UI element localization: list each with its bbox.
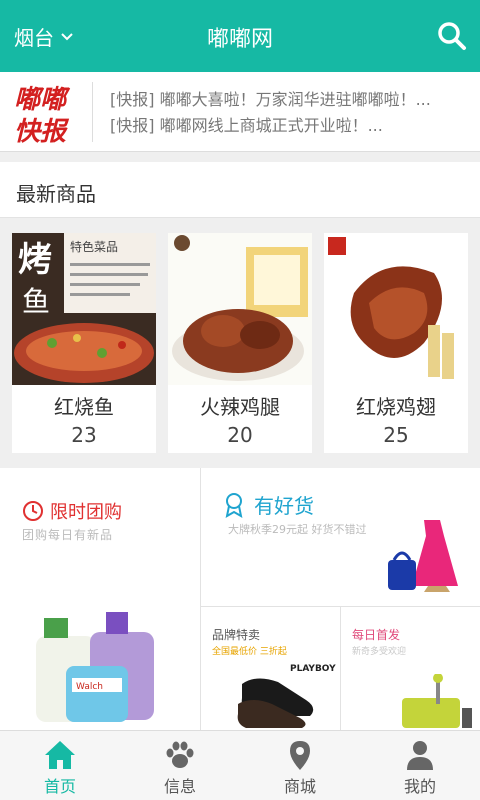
- tab-mall[interactable]: 商城: [240, 731, 360, 800]
- tab-label: 首页: [43, 777, 76, 796]
- good-goods-subtitle: 大牌秋季29元起 好货不错过: [228, 523, 367, 536]
- product-card[interactable]: 烤 鱼 特色菜品 红烧鱼 23: [12, 233, 156, 453]
- flash-sale-header: 限时团购: [22, 498, 122, 524]
- home-icon: [45, 741, 75, 769]
- news-divider: [92, 82, 93, 142]
- search-icon[interactable]: [436, 20, 468, 52]
- svg-text:烤: 烤: [18, 240, 52, 280]
- section-title: 最新商品: [16, 182, 96, 206]
- news-item[interactable]: [快报] 嘟嘟大喜啦！万家润华进驻嘟嘟啦！...: [110, 86, 431, 110]
- svg-text:Walch: Walch: [76, 682, 103, 692]
- flash-sale-subtitle: 团购每日有新品: [22, 528, 114, 542]
- svg-text:嘟嘟: 嘟嘟: [14, 85, 71, 115]
- svg-text:鱼: 鱼: [22, 285, 50, 318]
- product-image-wing: [324, 233, 468, 385]
- promo-grid: 限时团购 团购每日有新品 Walch 有好货 大牌秋季29元起 好货不错过 品牌…: [0, 468, 480, 730]
- ribbon-badge-icon: [225, 492, 243, 518]
- app-header: 烟台 嘟嘟网: [0, 0, 480, 72]
- product-list: 烤 鱼 特色菜品 红烧鱼 23 火辣鸡腿 20 红烧鸡翅 25: [0, 218, 480, 468]
- tab-info[interactable]: 信息: [120, 731, 240, 800]
- good-goods-title: 有好货: [254, 494, 314, 518]
- product-card[interactable]: 红烧鸡翅 25: [324, 233, 468, 453]
- dudu-news-logo: 嘟嘟 快报: [14, 85, 71, 144]
- clock-icon: [23, 501, 43, 521]
- tab-label: 商城: [283, 777, 316, 796]
- mop-bucket-image: [402, 674, 472, 728]
- paw-icon: [166, 741, 194, 768]
- tab-label: 信息: [163, 777, 196, 796]
- product-count: 23: [71, 423, 97, 447]
- daily-new-title: 每日首发: [352, 628, 401, 642]
- news-ticker: 嘟嘟 快报 [快报] 嘟嘟大喜啦！万家润华进驻嘟嘟啦！... [快报] 嘟嘟网线…: [0, 72, 480, 152]
- product-image-fish: 烤 鱼 特色菜品: [12, 233, 156, 385]
- promo-divider: [340, 606, 341, 730]
- good-goods-header: 有好货: [222, 490, 314, 519]
- product-image-drumstick: [168, 233, 312, 385]
- brand-sale-title: 品牌特卖: [212, 628, 261, 642]
- product-card[interactable]: 火辣鸡腿 20: [168, 233, 312, 453]
- page-title: 嘟嘟网: [206, 27, 273, 52]
- leather-shoes-image: [237, 678, 314, 728]
- latest-products-header: 最新商品: [0, 162, 480, 218]
- dress-handbag-image: [388, 520, 458, 592]
- location-pin-icon: [290, 741, 310, 770]
- user-icon: [407, 741, 433, 770]
- brand-sale-subtitle: 全国最低价 三折起: [212, 647, 287, 657]
- brand-name: PLAYBOY: [290, 664, 336, 674]
- tab-label: 我的: [403, 777, 436, 796]
- promo-divider: [200, 468, 201, 730]
- bottom-tab-bar: 首页 信息 商城 我的: [0, 730, 480, 800]
- svg-text:快报: 快报: [14, 117, 70, 144]
- svg-text:特色菜品: 特色菜品: [70, 239, 118, 254]
- news-item[interactable]: [快报] 嘟嘟网线上商城正式开业啦！...: [110, 112, 383, 136]
- product-count: 25: [383, 423, 409, 447]
- product-name: 红烧鱼: [54, 395, 114, 419]
- flash-sale-title: 限时团购: [50, 502, 122, 523]
- tab-mine[interactable]: 我的: [360, 731, 480, 800]
- daily-new-subtitle: 新奇多受欢迎: [352, 647, 407, 657]
- tab-home[interactable]: 首页: [0, 731, 120, 800]
- detergent-bottles-image: Walch: [36, 612, 154, 722]
- product-count: 20: [227, 423, 253, 447]
- product-name: 火辣鸡腿: [200, 395, 280, 419]
- product-name: 红烧鸡翅: [356, 395, 436, 419]
